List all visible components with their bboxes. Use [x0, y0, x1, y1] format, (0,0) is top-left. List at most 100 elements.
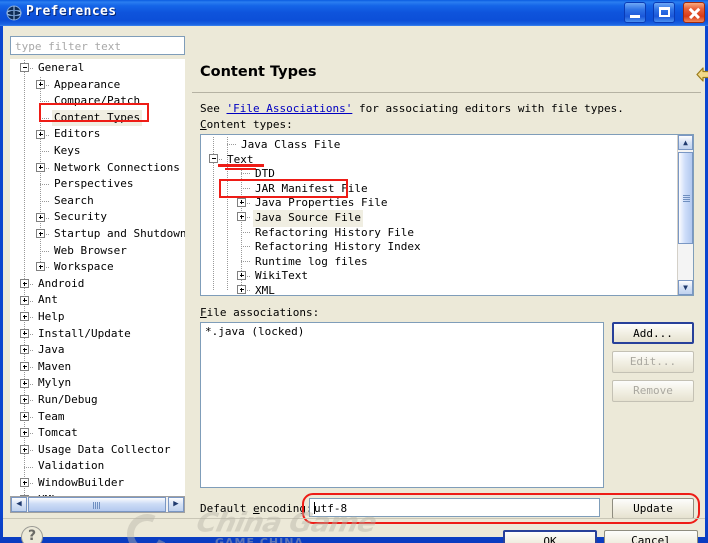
tree-expander-collapsed-icon[interactable] — [20, 428, 29, 438]
add-association-button[interactable]: Add... — [612, 322, 694, 344]
help-button[interactable]: ? — [21, 526, 43, 543]
tree-item-label: Appearance — [54, 77, 121, 91]
page-title: Content Types — [200, 64, 317, 80]
tree-item[interactable]: Ant — [10, 292, 185, 309]
filter-input[interactable]: type filter text — [10, 36, 185, 55]
tree-item[interactable]: Startup and Shutdown — [10, 226, 185, 243]
tree-expander-collapsed-icon[interactable] — [20, 411, 29, 421]
tree-item-label: Usage Data Collector — [38, 442, 171, 456]
file-associations-label-rest: ile associations: — [206, 306, 320, 319]
tree-expander-collapsed-icon[interactable] — [20, 295, 29, 305]
tree-item-label: Mylyn — [38, 376, 72, 390]
tree-expander-collapsed-icon[interactable] — [20, 395, 29, 405]
tree-expander-collapsed-icon[interactable] — [237, 285, 246, 295]
tree-item[interactable]: Team — [10, 409, 185, 426]
file-associations-list[interactable]: *.java (locked) — [200, 322, 604, 488]
update-rest: pdate — [639, 502, 673, 515]
tree-item-label: Install/Update — [38, 326, 131, 340]
tree-item[interactable]: Security — [10, 209, 185, 226]
tree-expander-expanded-icon[interactable] — [20, 63, 29, 73]
tree-expander-collapsed-icon[interactable] — [237, 270, 246, 280]
file-association-item[interactable]: *.java (locked) — [205, 325, 304, 338]
tree-item[interactable]: Editors — [10, 126, 185, 143]
tree-item[interactable]: Mylyn — [10, 375, 185, 392]
scroll-left-button[interactable]: ◀ — [11, 497, 27, 512]
file-associations-link[interactable]: 'File Associations' — [227, 102, 353, 115]
scroll-down-button[interactable]: ▼ — [678, 280, 693, 295]
tree-expander-collapsed-icon[interactable] — [36, 212, 45, 222]
tree-expander-collapsed-icon[interactable] — [36, 229, 45, 239]
tree-item-label: Ant — [38, 293, 58, 307]
tree-item[interactable]: Keys — [10, 143, 185, 160]
back-arrow-icon[interactable] — [696, 67, 708, 82]
tree-item-label: General — [38, 61, 85, 74]
scroll-up-button[interactable]: ▲ — [678, 135, 693, 150]
tree-item[interactable]: Usage Data Collector — [10, 442, 185, 459]
tree-expander-collapsed-icon[interactable] — [36, 262, 45, 272]
tree-item[interactable]: XML — [201, 283, 677, 295]
tree-item[interactable]: Android — [10, 276, 185, 293]
vscroll-thumb[interactable] — [678, 152, 693, 244]
tree-item[interactable]: Install/Update — [10, 326, 185, 343]
maximize-button[interactable] — [653, 2, 676, 23]
edit-association-button: Edit... — [612, 351, 694, 373]
close-button[interactable] — [683, 2, 705, 23]
tree-expander-collapsed-icon[interactable] — [20, 345, 29, 355]
tree-item[interactable]: Web Browser — [10, 243, 185, 260]
tree-guide — [227, 144, 236, 146]
tree-item[interactable]: Run/Debug — [10, 392, 185, 409]
tree-expander-collapsed-icon[interactable] — [20, 445, 29, 455]
tree-item[interactable]: Workspace — [10, 259, 185, 276]
tree-item[interactable]: Appearance — [10, 77, 185, 94]
tree-expander-collapsed-icon[interactable] — [36, 129, 45, 139]
tree-expander-expanded-icon[interactable] — [209, 153, 218, 163]
tree-item[interactable]: Network Connections — [10, 160, 185, 177]
tree-expander-collapsed-icon[interactable] — [237, 197, 246, 207]
watermark-subtitle: GAME CHINA — [215, 536, 304, 543]
tree-guide — [40, 250, 49, 252]
tree-item[interactable]: Tomcat — [10, 425, 185, 442]
tree-hscrollbar[interactable]: ◀ ▶ — [10, 496, 185, 513]
tree-item-label: Android — [38, 276, 85, 290]
tree-item[interactable]: Compare/Patch — [10, 93, 185, 110]
title-bar[interactable]: Preferences — [0, 0, 708, 26]
minimize-button[interactable] — [623, 2, 646, 23]
tree-item[interactable]: Search — [10, 193, 185, 210]
content-types-vscrollbar[interactable]: ▲ ▼ — [677, 135, 693, 295]
tree-expander-collapsed-icon[interactable] — [20, 378, 29, 388]
content-types-label-accel: C — [200, 118, 207, 131]
scroll-right-button[interactable]: ▶ — [168, 497, 184, 512]
default-encoding-label: Default encoding: — [200, 502, 313, 515]
tree-expander-collapsed-icon[interactable] — [20, 362, 29, 372]
tree-item[interactable]: General — [10, 60, 185, 77]
tree-guide — [40, 151, 49, 153]
header-divider — [192, 92, 701, 93]
ok-button[interactable]: OK — [503, 530, 597, 543]
default-encoding-input[interactable]: utf-8 — [309, 498, 600, 517]
tree-item[interactable]: Content Types — [10, 109, 185, 127]
tree-expander-collapsed-icon[interactable] — [237, 212, 246, 222]
filter-placeholder: type filter text — [15, 40, 121, 53]
tree-expander-collapsed-icon[interactable] — [20, 328, 29, 338]
watermark-c-icon — [121, 508, 173, 543]
tree-item-label: Search — [54, 193, 94, 207]
tree-item[interactable]: Perspectives — [10, 176, 185, 193]
tree-item[interactable]: Help — [10, 309, 185, 326]
preferences-tree[interactable]: General Appearance Compare/Patch Content Ty… — [10, 59, 185, 496]
tree-item-label: WindowBuilder — [38, 476, 125, 489]
tree-expander-collapsed-icon[interactable] — [20, 279, 29, 289]
tree-item[interactable]: Java — [10, 342, 185, 359]
tree-expander-collapsed-icon[interactable] — [20, 312, 29, 322]
tree-expander-collapsed-icon[interactable] — [20, 478, 29, 488]
tree-expander-collapsed-icon[interactable] — [36, 162, 45, 172]
tree-item-label: Keys — [54, 144, 81, 157]
tree-expander-collapsed-icon[interactable] — [36, 79, 45, 89]
hscroll-thumb[interactable] — [28, 497, 166, 512]
tree-item[interactable]: WindowBuilder — [10, 475, 185, 492]
desc-suffix: for associating editors with file types. — [352, 102, 624, 115]
update-encoding-button[interactable]: Update — [612, 498, 694, 519]
tree-item[interactable]: Maven — [10, 359, 185, 376]
content-types-list[interactable]: Java Class File Text DTD JAR Manifest File J… — [200, 134, 694, 296]
cancel-button[interactable]: Cancel — [604, 530, 698, 543]
tree-item[interactable]: Validation — [10, 458, 185, 475]
